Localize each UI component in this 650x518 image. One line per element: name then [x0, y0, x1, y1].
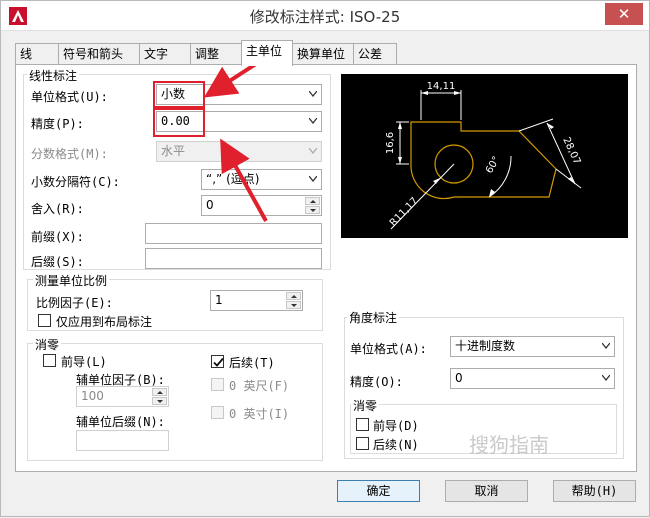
annotation-arrows: [203, 49, 278, 222]
cancel-button[interactable]: 取消: [445, 480, 528, 502]
red-arrow-icon: [220, 138, 268, 222]
help-button[interactable]: 帮助(H): [553, 480, 636, 502]
tab-primary-units[interactable]: 主单位: [241, 40, 293, 66]
dialog-window: 修改标注样式: ISO-25 ✕ 线 符号和箭头 文字 调整 主单位 换算单位 …: [0, 0, 650, 517]
watermark: 搜狗指南: [469, 433, 549, 457]
ok-button[interactable]: 确定: [337, 480, 420, 502]
